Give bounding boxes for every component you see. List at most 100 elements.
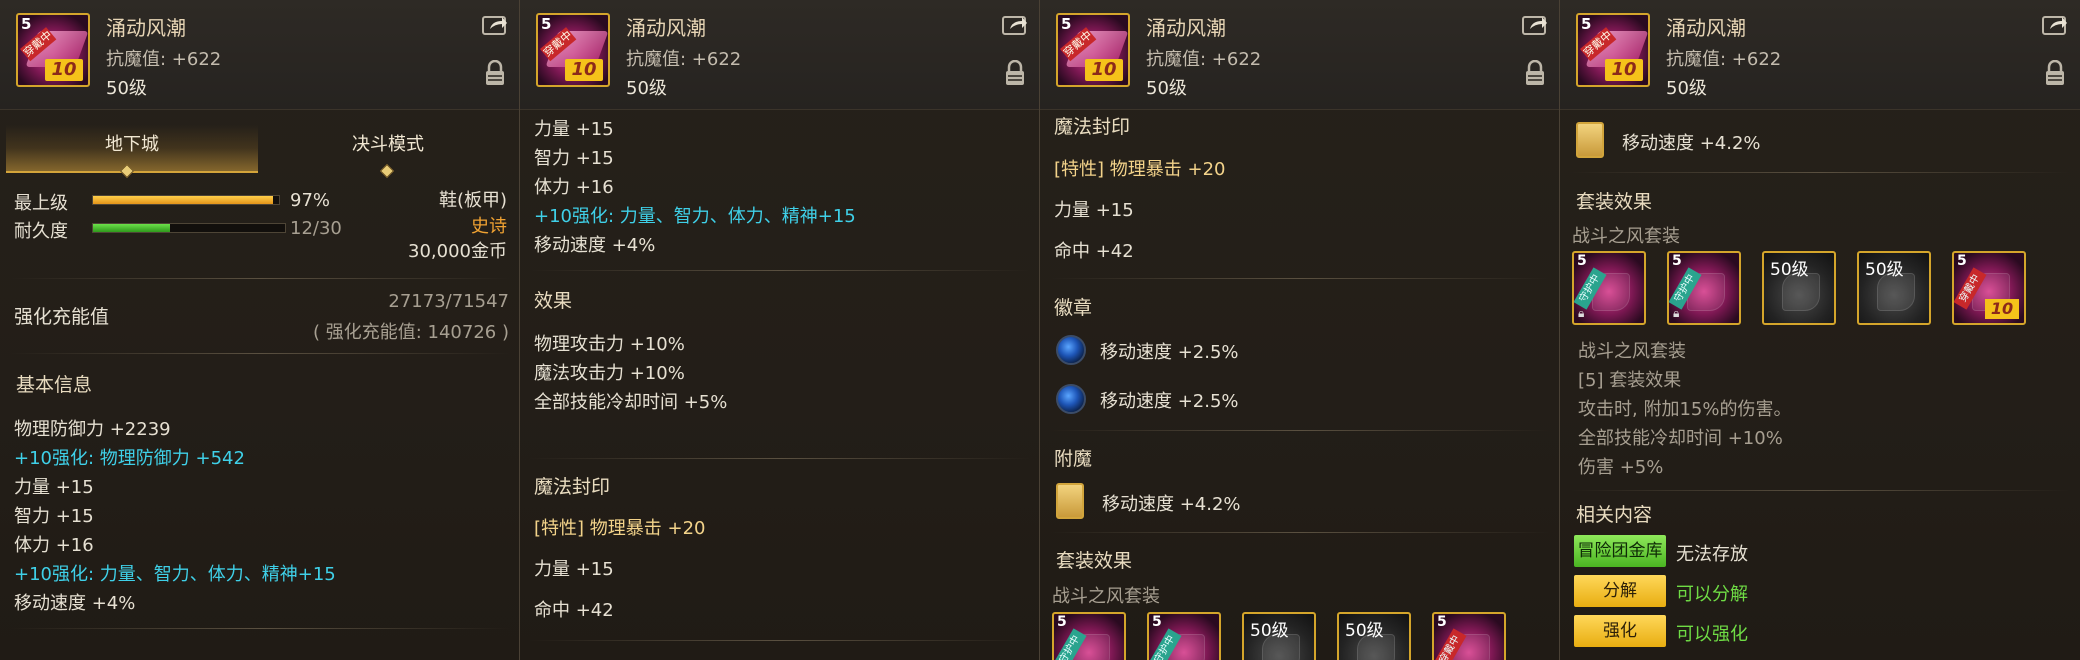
item-icon[interactable]: 5 穿戴中 10 <box>1576 13 1650 87</box>
enchant-line: 移动速度 +4.2% <box>1102 494 1241 515</box>
item-level: 50级 <box>626 78 667 99</box>
seal-line: 力量 +15 <box>1054 200 1134 221</box>
share-icon[interactable] <box>482 14 508 36</box>
section-title-seal: 魔法封印 <box>1054 116 1131 138</box>
divider <box>1050 532 1550 533</box>
effect-line: 魔法攻击力 +10% <box>534 363 685 384</box>
item-grade: 5 <box>21 15 32 33</box>
set-item-slot[interactable]: 5 守护中 <box>1147 612 1221 660</box>
section-title-enchant: 附魔 <box>1054 448 1093 470</box>
item-icon[interactable]: 5 穿戴中 10 <box>16 13 90 87</box>
stat-line: +10强化: 力量、智力、体力、精神+15 <box>534 206 856 227</box>
share-icon[interactable] <box>2042 14 2068 36</box>
lock-icon[interactable] <box>1004 60 1026 86</box>
lock-icon[interactable] <box>1524 60 1546 86</box>
emblem-line: 移动速度 +2.5% <box>1100 391 1239 412</box>
set-item-level: 50级 <box>1770 260 1809 280</box>
item-icon[interactable]: 5 穿戴中 10 <box>536 13 610 87</box>
set-item-slot[interactable]: 5 穿戴中 <box>1432 612 1506 660</box>
item-grade: 5 <box>1061 15 1072 33</box>
set-effect-line: [5] 套装效果 <box>1578 370 1682 391</box>
item-tooltip-panel-4: 5 穿戴中 10 涌动风潮 抗魔值: +622 50级 移动速度 +4.2% 套… <box>1560 0 2080 660</box>
divider <box>1050 278 1550 279</box>
set-item-slot[interactable]: 5 穿戴中 10 <box>1952 251 2026 325</box>
item-tooltip-panel-1: 5 穿戴中 10 涌动风潮 抗魔值: +622 50级 地下城 决斗模式 最上级 <box>0 0 520 660</box>
reinforce-badge: 10 <box>45 59 83 81</box>
section-title-set: 套装效果 <box>1576 191 1653 213</box>
seal-line: 命中 +42 <box>1054 241 1134 262</box>
lock-icon[interactable] <box>484 60 506 86</box>
durability-bar <box>92 223 286 233</box>
item-grade: 5 <box>541 15 552 33</box>
grade-value: 97% <box>290 190 331 211</box>
section-title-effect: 效果 <box>534 290 573 312</box>
small-lock-icon: 🔒︎ <box>1673 306 1680 320</box>
item-name: 涌动风潮 <box>106 16 186 40</box>
disassemble-status: 可以分解 <box>1676 584 1748 605</box>
stat-line: +10强化: 物理防御力 +542 <box>14 448 245 469</box>
divider <box>530 270 1030 271</box>
set-item-slot[interactable]: 5 守护中 🔒︎ <box>1572 251 1646 325</box>
divider <box>530 640 1030 641</box>
item-grade: 5 <box>1581 15 1592 33</box>
item-header: 5 穿戴中 10 涌动风潮 抗魔值: +622 50级 <box>1040 0 1559 110</box>
set-item-slot[interactable]: 5 守护中 <box>1052 612 1126 660</box>
tab-dungeon[interactable]: 地下城 <box>6 125 258 173</box>
stat-line: 移动速度 +4% <box>14 593 136 614</box>
stat-line: 智力 +15 <box>14 506 94 527</box>
stat-line: 移动速度 +4% <box>534 235 656 256</box>
item-level: 50级 <box>1146 78 1187 99</box>
set-item-slot[interactable]: 50级 <box>1242 612 1316 660</box>
set-name: 战斗之风套装 <box>1052 586 1160 607</box>
item-tooltip-panel-2: 5 穿戴中 10 涌动风潮 抗魔值: +622 50级 力量 +15 智力 +1… <box>520 0 1040 660</box>
charge-value: 27173/71547 <box>388 291 509 312</box>
item-price: 30,000金币 <box>408 241 507 262</box>
charge-total: ( 强化充能值: 140726 ) <box>313 322 509 343</box>
enchant-card-icon <box>1576 122 1604 158</box>
seal-trait-line: [特性] 物理暴击 +20 <box>534 518 706 539</box>
reinforce-button[interactable]: 强化 <box>1574 615 1666 647</box>
divider <box>1570 172 2070 173</box>
set-item-level: 50级 <box>1250 621 1289 641</box>
share-icon[interactable] <box>1522 14 1548 36</box>
section-title-set: 套装效果 <box>1056 550 1133 572</box>
lock-icon[interactable] <box>2044 60 2066 86</box>
set-item-grade: 5 <box>1057 614 1067 630</box>
reinforce-badge: 10 <box>565 59 603 81</box>
stat-line: 力量 +15 <box>534 119 614 140</box>
item-level: 50级 <box>106 78 147 99</box>
seal-line: 力量 +15 <box>534 559 614 580</box>
reinforce-badge: 10 <box>1085 59 1123 81</box>
stat-line: 力量 +15 <box>14 477 94 498</box>
adventure-vault-button[interactable]: 冒险团金库 <box>1574 535 1666 567</box>
set-item-slot[interactable]: 5 守护中 🔒︎ <box>1667 251 1741 325</box>
divider <box>1570 490 2070 491</box>
set-item-slot[interactable]: 50级 <box>1337 612 1411 660</box>
stat-line: 体力 +16 <box>534 177 614 198</box>
share-icon[interactable] <box>1002 14 1028 36</box>
item-header: 5 穿戴中 10 涌动风潮 抗魔值: +622 50级 <box>1560 0 2080 110</box>
item-icon[interactable]: 5 穿戴中 10 <box>1056 13 1130 87</box>
effect-line: 全部技能冷却时间 +5% <box>534 392 728 413</box>
small-lock-icon: 🔒︎ <box>1578 306 1585 320</box>
set-item-level: 50级 <box>1865 260 1904 280</box>
reinforce-badge: 10 <box>1605 59 1643 81</box>
disassemble-button[interactable]: 分解 <box>1574 575 1666 607</box>
set-item-grade: 5 <box>1672 253 1682 269</box>
grade-label: 最上级 <box>14 193 68 214</box>
divider <box>10 628 510 629</box>
set-effect-line: 战斗之风套装 <box>1578 341 1686 362</box>
set-item-level: 50级 <box>1345 621 1384 641</box>
item-name: 涌动风潮 <box>1666 16 1746 40</box>
section-title-seal: 魔法封印 <box>534 476 611 498</box>
set-item-slot[interactable]: 50级 <box>1762 251 1836 325</box>
item-header: 5 穿戴中 10 涌动风潮 抗魔值: +622 50级 <box>520 0 1039 110</box>
set-effect-line: 攻击时, 附加15%的伤害。 <box>1578 399 1792 420</box>
vault-status: 无法存放 <box>1676 544 1748 565</box>
item-rarity: 史诗 <box>471 216 507 237</box>
magic-resist: 抗魔值: +622 <box>1666 49 1782 70</box>
enchant-card-icon <box>1056 483 1084 519</box>
set-item-slot[interactable]: 50级 <box>1857 251 1931 325</box>
magic-resist: 抗魔值: +622 <box>1146 49 1262 70</box>
divider <box>530 458 1030 459</box>
